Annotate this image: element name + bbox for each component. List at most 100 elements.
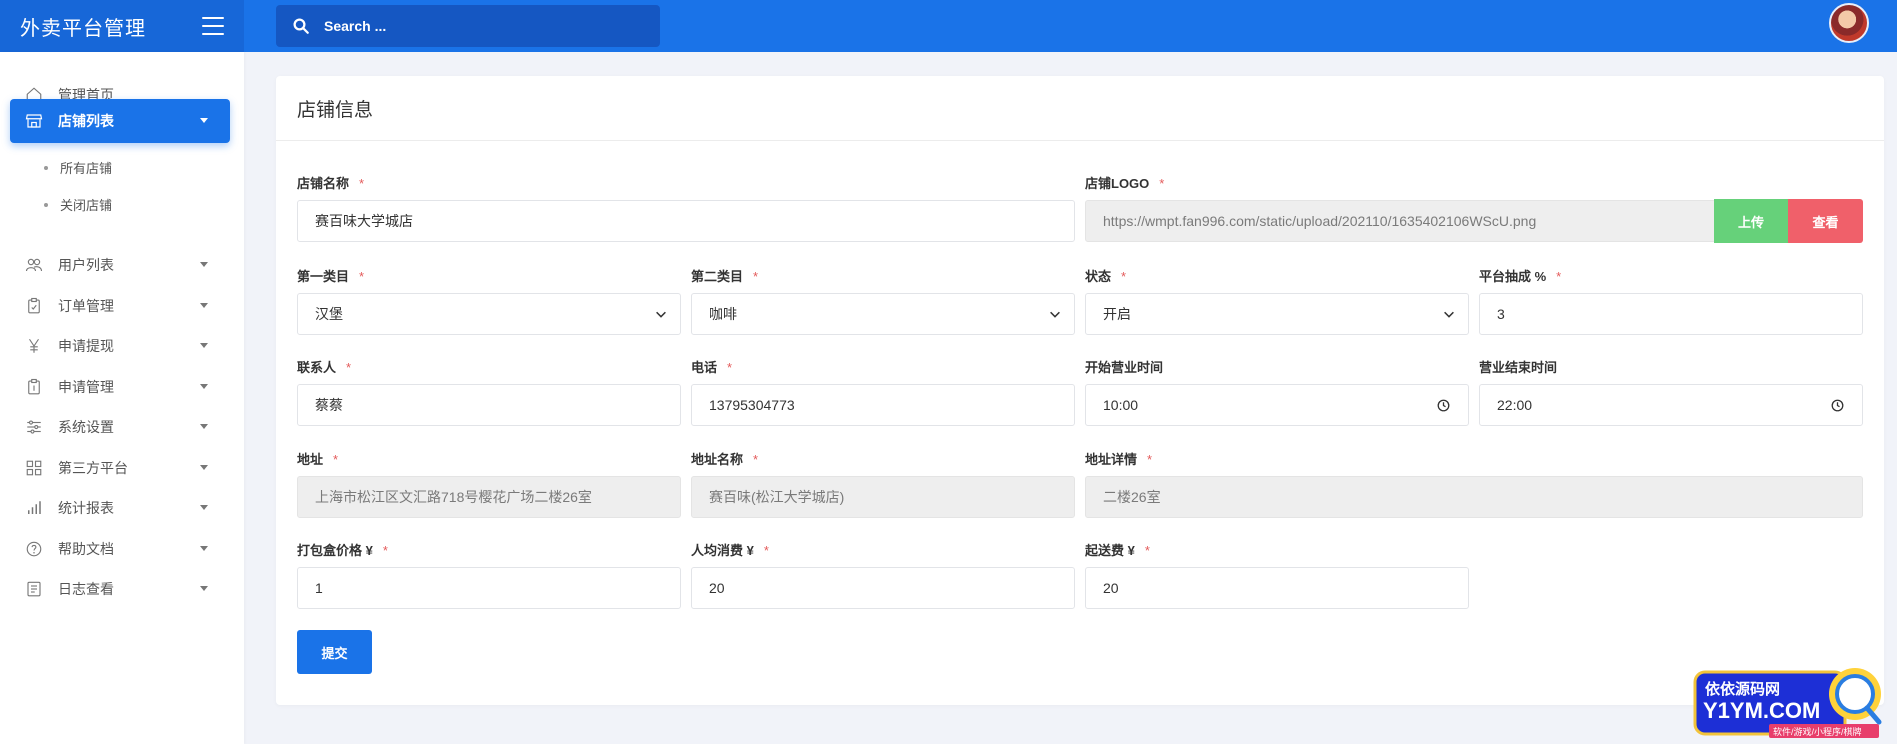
sidebar: 管理首页 店铺列表 所有店铺 关闭店铺 用户列表 订单管理 申请提现 申请管理 … (0, 52, 244, 744)
store-name-label: 店铺名称 * (297, 176, 365, 191)
sidebar-subitem-all-stores[interactable]: 所有店铺 (44, 158, 112, 177)
caret-down-icon (200, 465, 208, 470)
search-icon (293, 18, 309, 34)
caret-down-icon (200, 262, 208, 267)
sidebar-item-label: 订单管理 (58, 298, 114, 314)
sidebar-item-reports[interactable]: 统计报表 (10, 486, 230, 530)
sidebar-item-label: 系统设置 (58, 419, 114, 435)
bullet-icon (44, 202, 48, 207)
sidebar-item-label: 申请提现 (58, 338, 114, 354)
caret-down-icon (200, 343, 208, 348)
sidebar-item-users[interactable]: 用户列表 (10, 243, 230, 287)
chevron-down-icon (1050, 311, 1060, 318)
address-input[interactable]: 上海市松江区文汇路718号樱花广场二楼26室 (297, 476, 681, 518)
app-title: 外卖平台管理 (20, 17, 146, 40)
sidebar-item-orders[interactable]: 订单管理 (10, 284, 230, 328)
min-delivery-input[interactable]: 20 (1085, 567, 1469, 609)
open-time-input[interactable]: 10:00 (1085, 384, 1469, 426)
sliders-icon (24, 417, 44, 437)
caret-down-icon (200, 303, 208, 308)
chevron-down-icon (656, 311, 666, 318)
phone-label: 电话 * (691, 360, 733, 375)
log-icon (24, 579, 44, 599)
sidebar-item-applications[interactable]: 申请管理 (10, 365, 230, 409)
category2-select[interactable]: 咖啡 (691, 293, 1075, 335)
card-title: 店铺信息 (276, 76, 1884, 141)
avatar[interactable] (1829, 3, 1869, 43)
store-icon (24, 111, 44, 131)
category1-select[interactable]: 汉堡 (297, 293, 681, 335)
address-detail-input[interactable]: 二楼26室 (1085, 476, 1863, 518)
caret-down-icon (200, 546, 208, 551)
avg-spend-label: 人均消费 ¥ * (691, 543, 769, 558)
sidebar-subitem-label: 所有店铺 (60, 161, 113, 176)
sidebar-item-settings[interactable]: 系统设置 (10, 405, 230, 449)
sidebar-item-help[interactable]: 帮助文档 (10, 527, 230, 571)
svg-text:Y1YM.COM: Y1YM.COM (1703, 698, 1820, 723)
caret-down-icon (200, 586, 208, 591)
sidebar-subitem-label: 关闭店铺 (60, 198, 113, 213)
category2-label: 第二类目 * (691, 269, 759, 284)
address-label: 地址 * (297, 452, 339, 467)
store-name-input[interactable]: 赛百味大学城店 (297, 200, 1075, 242)
bullet-icon (44, 165, 48, 170)
address-detail-label: 地址详情 * (1085, 452, 1153, 467)
sidebar-item-label: 申请管理 (58, 379, 114, 395)
status-select[interactable]: 开启 (1085, 293, 1469, 335)
top-bar: 外卖平台管理 (0, 0, 1897, 52)
sidebar-item-third-party[interactable]: 第三方平台 (10, 446, 230, 490)
clipboard-check-icon (24, 377, 44, 397)
sidebar-item-stores[interactable]: 店铺列表 (10, 99, 230, 143)
commission-label: 平台抽成 % * (1479, 269, 1562, 284)
caret-down-icon (200, 505, 208, 510)
svg-text:依依源码网: 依依源码网 (1705, 680, 1780, 698)
search-input[interactable] (324, 18, 644, 34)
avg-spend-input[interactable]: 20 (691, 567, 1075, 609)
sidebar-item-withdraw[interactable]: 申请提现 (10, 324, 230, 368)
sidebar-item-label: 店铺列表 (58, 113, 114, 129)
box-price-label: 打包盒价格 ¥ * (297, 543, 388, 558)
clipboard-icon (24, 296, 44, 316)
grid-icon (24, 458, 44, 478)
caret-down-icon (200, 118, 208, 123)
menu-toggle-icon[interactable] (202, 17, 224, 35)
search-box[interactable] (276, 5, 660, 47)
clock-icon[interactable] (1437, 399, 1450, 412)
address-name-input[interactable]: 赛百味(松江大学城店) (691, 476, 1075, 518)
submit-button[interactable]: 提交 (297, 630, 372, 674)
close-time-input[interactable]: 22:00 (1479, 384, 1863, 426)
brand: 外卖平台管理 (0, 0, 244, 52)
contact-label: 联系人 * (297, 360, 352, 375)
contact-input[interactable]: 蔡蔡 (297, 384, 681, 426)
phone-input[interactable]: 13795304773 (691, 384, 1075, 426)
status-label: 状态 * (1085, 269, 1127, 284)
box-price-input[interactable]: 1 (297, 567, 681, 609)
watermark-logo: 依依源码网 Y1YM.COM 软件/游戏/小程序/棋牌 (1693, 668, 1882, 738)
sidebar-item-label: 统计报表 (58, 500, 114, 516)
store-info-card: 店铺信息 店铺名称 * 赛百味大学城店 店铺LOGO * https://wmpt.… (276, 76, 1884, 705)
sidebar-item-label: 第三方平台 (58, 460, 128, 476)
address-name-label: 地址名称 * (691, 452, 759, 467)
chevron-down-icon (1444, 311, 1454, 318)
caret-down-icon (200, 424, 208, 429)
sidebar-subitem-closed-stores[interactable]: 关闭店铺 (44, 195, 112, 214)
open-time-label: 开始营业时间 (1085, 360, 1164, 375)
close-time-label: 营业结束时间 (1479, 360, 1558, 375)
sidebar-item-label: 帮助文档 (58, 541, 114, 557)
clock-icon[interactable] (1831, 399, 1844, 412)
store-logo-input[interactable]: https://wmpt.fan996.com/static/upload/20… (1085, 200, 1715, 242)
sidebar-item-label: 日志查看 (58, 581, 114, 597)
upload-button[interactable]: 上传 (1714, 199, 1788, 243)
commission-input[interactable]: 3 (1479, 293, 1863, 335)
min-delivery-label: 起送费 ¥ * (1085, 543, 1150, 558)
help-icon (24, 539, 44, 559)
yen-icon (24, 336, 44, 356)
store-logo-label: 店铺LOGO * (1085, 176, 1165, 191)
sidebar-item-label: 用户列表 (58, 257, 114, 273)
svg-text:软件/游戏/小程序/棋牌: 软件/游戏/小程序/棋牌 (1773, 726, 1862, 737)
caret-down-icon (200, 384, 208, 389)
category1-label: 第一类目 * (297, 269, 365, 284)
view-button[interactable]: 查看 (1788, 199, 1863, 243)
users-icon (24, 255, 44, 275)
sidebar-item-logs[interactable]: 日志查看 (10, 567, 230, 611)
